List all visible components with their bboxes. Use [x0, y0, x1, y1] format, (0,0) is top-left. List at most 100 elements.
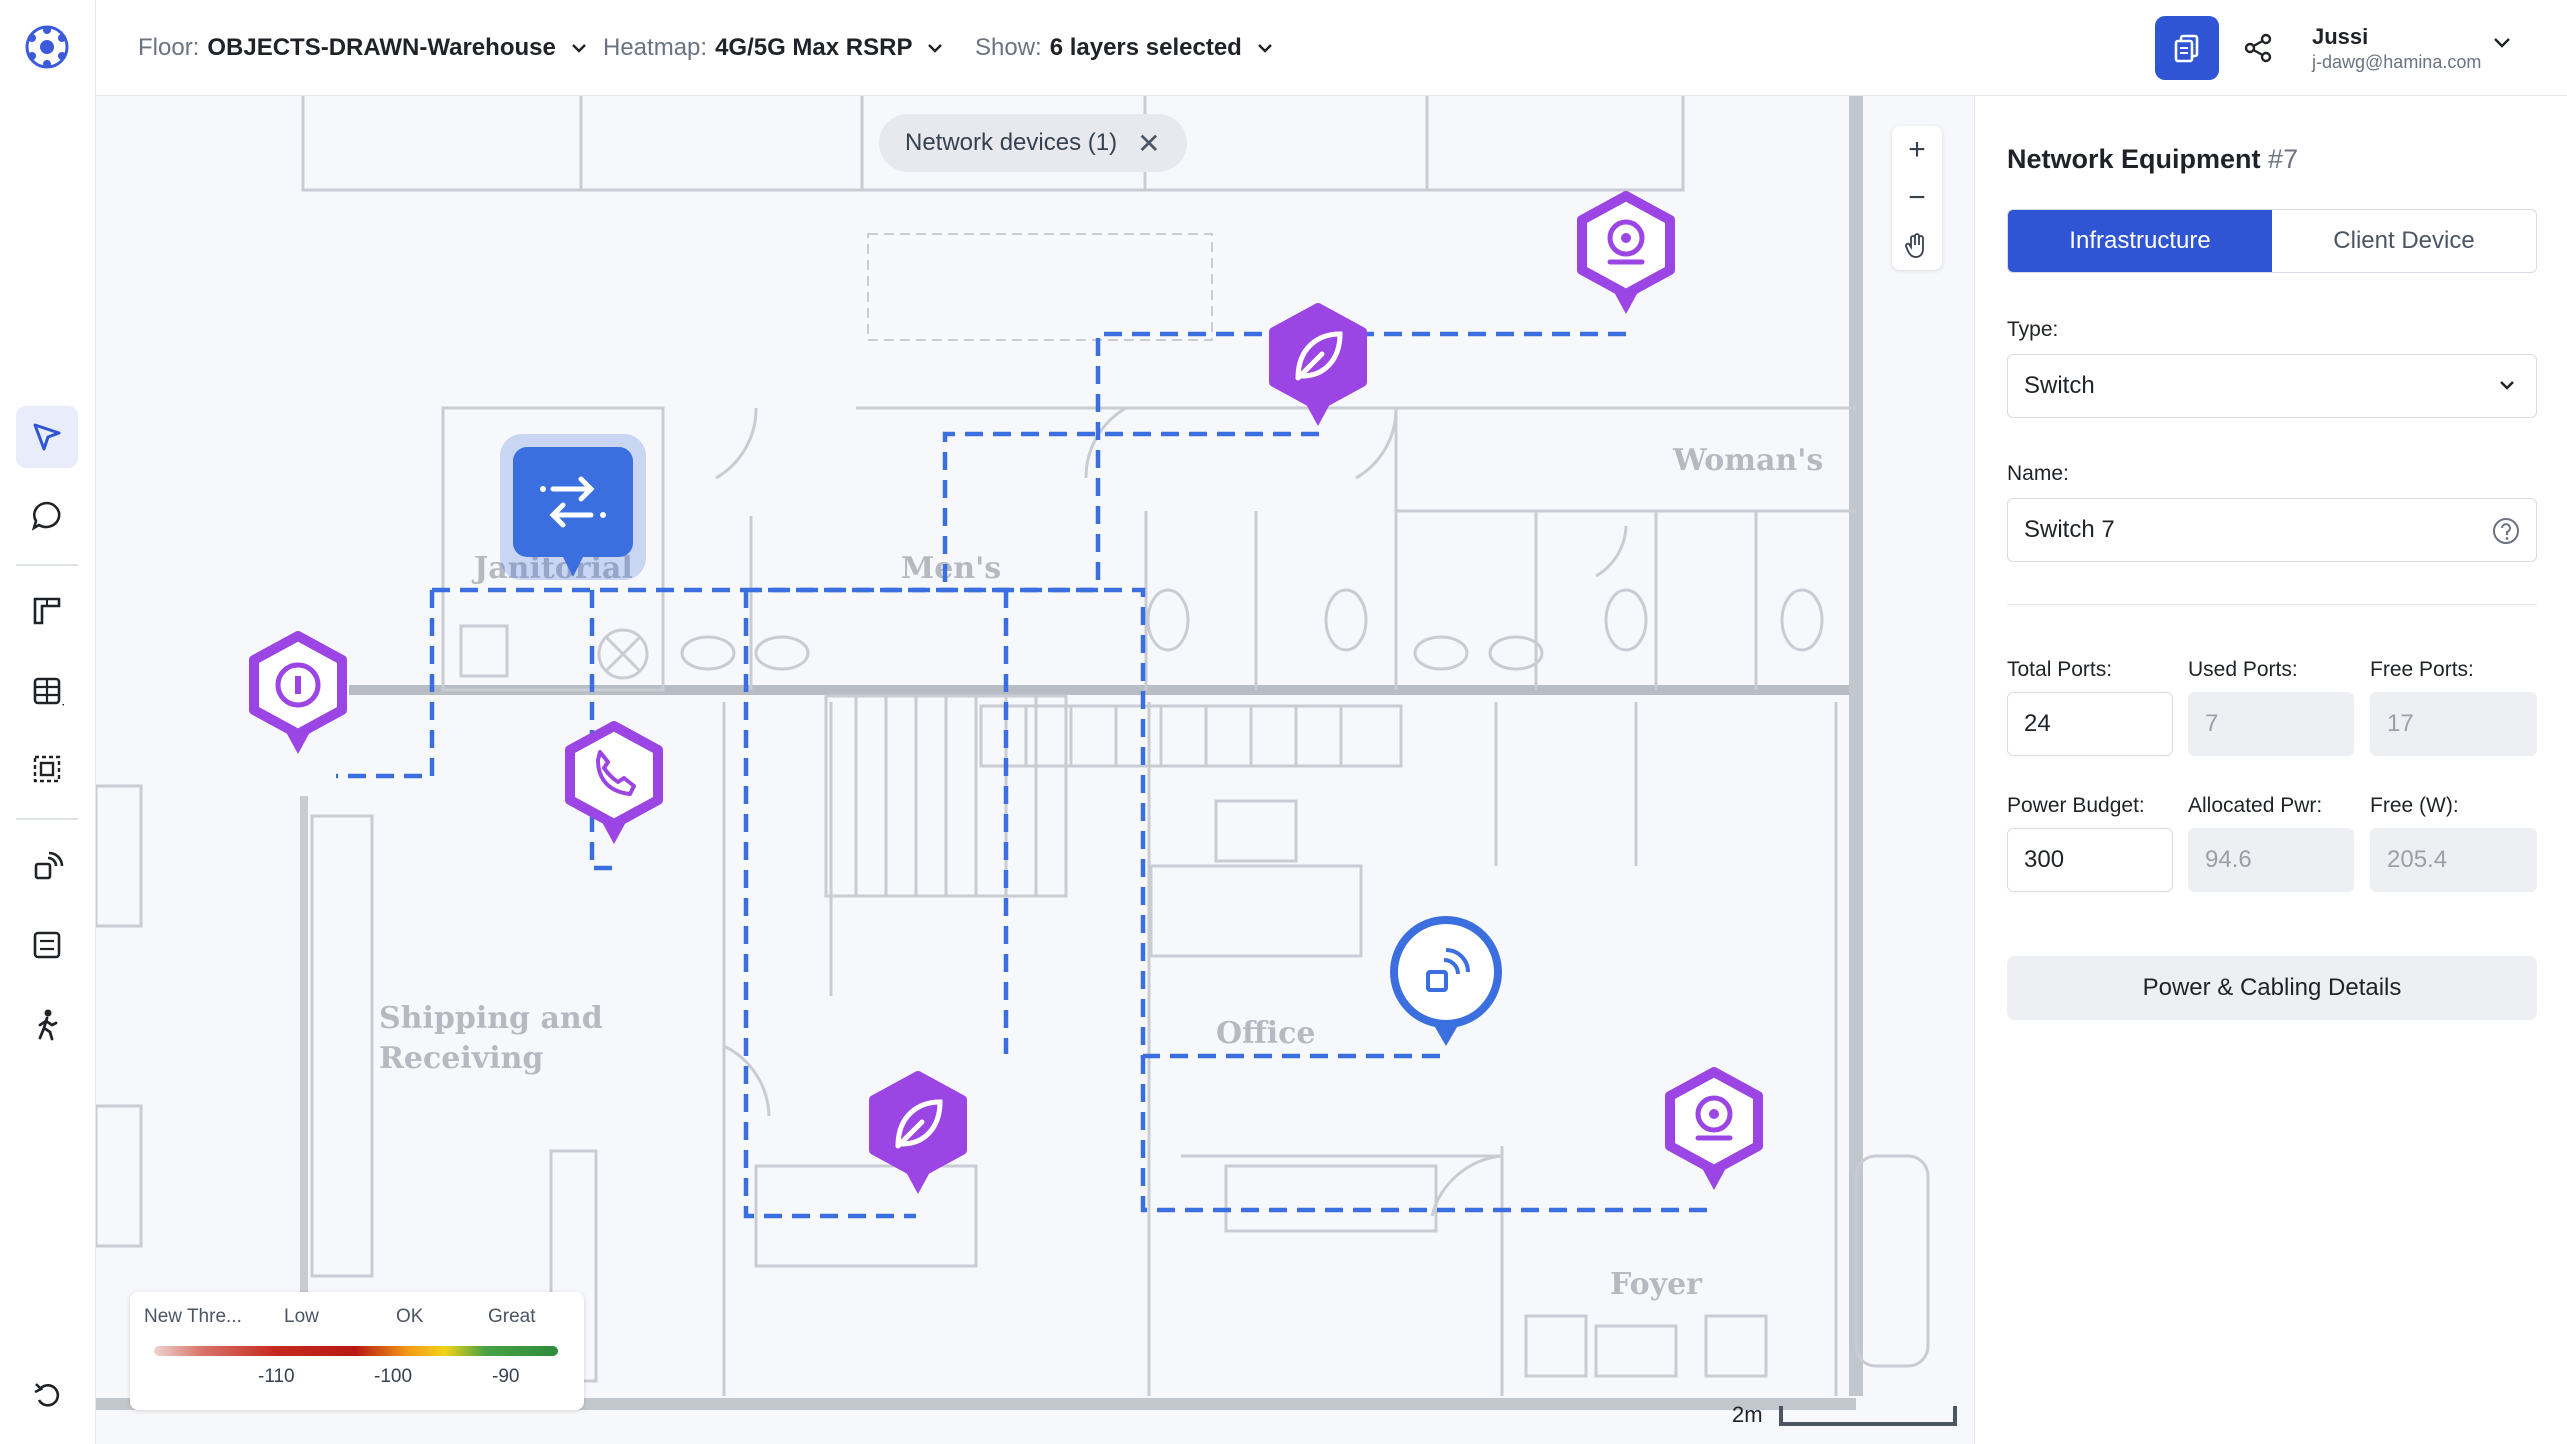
- filter-chip-label: Network devices (1): [905, 129, 1118, 156]
- rail-divider: [16, 564, 78, 566]
- chevron-down-icon: [571, 44, 586, 53]
- floor-value: OBJECTS-DRAWN-Warehouse: [207, 34, 556, 61]
- scale-bar: [1779, 1406, 1957, 1426]
- tab-infrastructure[interactable]: Infrastructure: [2008, 210, 2272, 272]
- legend-tick: -100: [374, 1366, 413, 1387]
- zoom-controls: + −: [1892, 126, 1942, 270]
- floor-selector[interactable]: Floor: OBJECTS-DRAWN-Warehouse: [138, 30, 588, 66]
- heatmap-selector[interactable]: Heatmap: 4G/5G Max RSRP: [603, 30, 944, 66]
- room-label-mens: Men's: [901, 551, 1001, 586]
- device-iot-leaf-bottom[interactable]: [862, 1066, 974, 1206]
- access-point-icon: [34, 851, 64, 880]
- floor-plan-drawing: Janitorial Men's Woman's Shipping and Re…: [96, 96, 1930, 1410]
- device-security-camera-top[interactable]: [1570, 186, 1682, 326]
- device-access-point-office[interactable]: [1386, 914, 1506, 1060]
- equipment-panel: Network Equipment #7 Infrastructure Clie…: [1974, 96, 2567, 1444]
- measure-tool-button[interactable]: [16, 914, 78, 976]
- heatmap-label: Heatmap:: [603, 34, 708, 61]
- device-lock-left[interactable]: [242, 626, 354, 766]
- app-logo-icon[interactable]: [22, 22, 72, 72]
- select-tool-button[interactable]: [16, 406, 78, 468]
- top-bar: Floor: OBJECTS-DRAWN-Warehouse Heatmap: …: [96, 0, 2567, 96]
- legend-category-ok: OK: [396, 1306, 424, 1327]
- walking-person-icon: [38, 1009, 58, 1041]
- switch-icon: [513, 447, 633, 577]
- measure-icon: [33, 931, 61, 959]
- name-label: Name:: [2007, 462, 2069, 485]
- legend-category-great: Great: [488, 1306, 536, 1327]
- room-label-womans: Woman's: [1672, 443, 1823, 478]
- hand-icon: [1905, 233, 1924, 258]
- device-security-camera-foyer[interactable]: [1658, 1062, 1770, 1202]
- area-tool-button[interactable]: [16, 660, 78, 722]
- device-phone[interactable]: [558, 716, 670, 856]
- type-select[interactable]: Switch: [2007, 354, 2537, 418]
- selection-tool-button[interactable]: [16, 738, 78, 800]
- heatmap-value: 4G/5G Max RSRP: [715, 34, 913, 61]
- legend-color-bar: [154, 1346, 558, 1356]
- floor-plan-canvas[interactable]: Janitorial Men's Woman's Shipping and Re…: [96, 96, 1974, 1444]
- grid-icon: [33, 677, 64, 706]
- undo-icon: [34, 1383, 60, 1407]
- panel-title-number: #7: [2268, 144, 2299, 174]
- heatmap-legend: New Thre... Low OK Great -110 -100 -90: [130, 1292, 584, 1410]
- floor-label: Floor:: [138, 34, 200, 61]
- panel-title-text: Network Equipment: [2007, 144, 2261, 174]
- walk-survey-button[interactable]: [16, 994, 78, 1056]
- name-input[interactable]: Switch 7: [2007, 498, 2537, 562]
- share-button[interactable]: [2240, 30, 2276, 66]
- wall-icon: [33, 597, 61, 625]
- type-label: Type:: [2007, 318, 2059, 341]
- free-watts-label: Free (W):: [2370, 794, 2459, 817]
- panel-divider: [2007, 604, 2537, 605]
- total-ports-label: Total Ports:: [2007, 658, 2113, 681]
- free-ports-field: 17: [2370, 692, 2537, 756]
- map-scale: 2m: [1712, 1396, 1966, 1436]
- used-ports-label: Used Ports:: [2188, 658, 2298, 681]
- wall-tool-button[interactable]: [16, 580, 78, 642]
- selection-box-icon: [33, 755, 61, 783]
- network-devices-filter-chip: Network devices (1) ✕: [879, 114, 1187, 172]
- undo-button[interactable]: [16, 1364, 78, 1426]
- legend-tick: -90: [492, 1366, 520, 1387]
- device-switch-selected[interactable]: [500, 434, 646, 580]
- zoom-in-button[interactable]: +: [1892, 126, 1942, 174]
- name-value: Switch 7: [2024, 516, 2115, 543]
- total-ports-input[interactable]: 24: [2007, 692, 2173, 756]
- type-value: Switch: [2024, 372, 2095, 399]
- show-value: 6 layers selected: [1049, 34, 1242, 61]
- pointer-icon: [33, 423, 61, 451]
- close-icon[interactable]: ✕: [1137, 127, 1160, 160]
- left-toolbar: [0, 0, 96, 1444]
- help-icon[interactable]: [2492, 517, 2520, 545]
- legend-category-new-threshold: New Thre...: [144, 1306, 242, 1327]
- room-label-office: Office: [1216, 1016, 1316, 1051]
- allocated-power-field: 94.6: [2188, 828, 2354, 892]
- free-ports-label: Free Ports:: [2370, 658, 2474, 681]
- room-label-shipping-1: Shipping and: [379, 1001, 603, 1036]
- copy-icon: [2174, 34, 2199, 63]
- device-iot-leaf-top[interactable]: [1262, 298, 1374, 438]
- room-label-shipping-2: Receiving: [379, 1041, 543, 1076]
- chevron-down-icon: [2500, 381, 2514, 390]
- legend-category-low: Low: [284, 1306, 319, 1327]
- tab-client-device[interactable]: Client Device: [2272, 210, 2536, 272]
- chevron-down-icon: [1257, 44, 1272, 53]
- user-menu-chevron-icon[interactable]: [2492, 36, 2512, 50]
- layers-selector[interactable]: Show: 6 layers selected: [975, 30, 1274, 66]
- user-name: Jussi: [2312, 24, 2369, 49]
- copy-button[interactable]: [2155, 16, 2219, 80]
- pan-button[interactable]: [1892, 222, 1942, 270]
- show-label: Show:: [975, 34, 1042, 61]
- device-tool-button[interactable]: [16, 836, 78, 898]
- used-ports-field: 7: [2188, 692, 2354, 756]
- power-cabling-details-button[interactable]: Power & Cabling Details: [2007, 956, 2537, 1020]
- share-icon: [2244, 33, 2272, 63]
- scale-label: 2m: [1732, 1402, 1763, 1427]
- comment-icon: [31, 501, 61, 531]
- comment-tool-button[interactable]: [16, 485, 78, 547]
- room-label-foyer: Foyer: [1610, 1267, 1703, 1302]
- power-budget-input[interactable]: 300: [2007, 828, 2173, 892]
- chevron-down-icon: [928, 44, 943, 53]
- zoom-out-button[interactable]: −: [1892, 174, 1942, 222]
